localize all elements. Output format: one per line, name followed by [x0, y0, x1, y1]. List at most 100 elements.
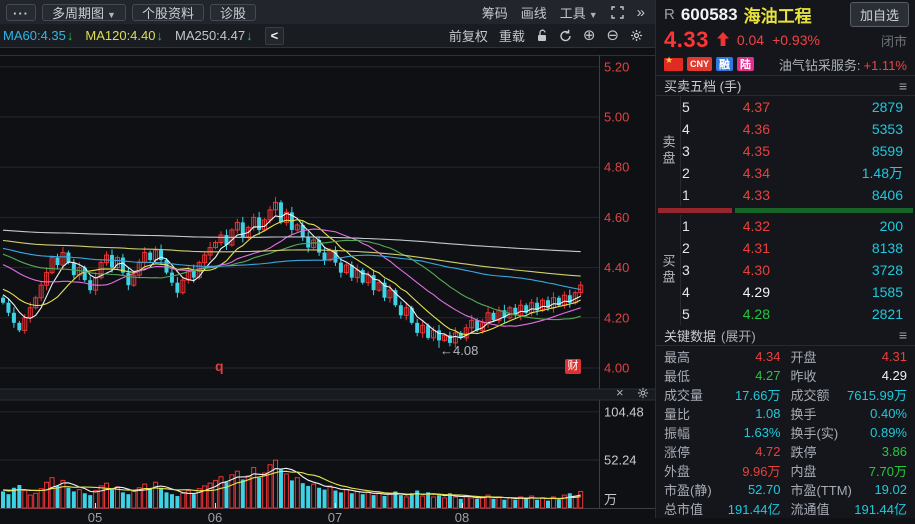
tools-button[interactable]: 工具 ▼ — [560, 3, 598, 22]
keydata-item: 振幅 1.63% — [664, 423, 781, 442]
keydata-item: 内盘 7.70万 — [791, 461, 908, 480]
keydata-menu-icon[interactable]: ≡ — [899, 327, 907, 343]
legend-item-ma60[interactable]: MA60:4.35 ↓ — [3, 28, 73, 43]
svg-text:52.24: 52.24 — [604, 452, 637, 467]
keydata-value: 17.66万 — [734, 387, 781, 403]
keydata-item: 换手 0.40% — [791, 404, 908, 423]
zoom-in-icon[interactable]: ⊕ — [583, 28, 596, 43]
keydata-label: 开盘 — [790, 349, 817, 365]
orderbook-row[interactable]: 2 4.31 8138 — [682, 237, 915, 259]
price-change: 0.04 — [736, 32, 765, 49]
volume-pane-settings-icon[interactable] — [637, 387, 649, 402]
orderbook-row[interactable]: 1 4.32 200 — [682, 215, 915, 237]
up-arrow-icon — [716, 31, 729, 49]
chart-tools: 筹码 画线 工具 ▼ » — [482, 3, 655, 22]
volume: 2879 — [871, 99, 903, 116]
keydata-value: 4.72 — [755, 443, 781, 459]
settings-gear-icon[interactable] — [630, 29, 643, 42]
chart-toolbar: ··· 多周期图 ▼ 个股资料 诊股 筹码 画线 工具 ▼ » — [0, 0, 655, 24]
stock-header: R 600583 海油工程 加自选 — [656, 0, 915, 28]
keydata-expand-label[interactable]: (展开) — [721, 326, 756, 345]
orderbook-menu-icon[interactable]: ≡ — [899, 78, 907, 94]
down-arrow-icon: ↓ — [156, 28, 163, 43]
keydata-header: 关键数据 (展开) ≡ — [656, 325, 915, 346]
orderbook-row[interactable]: 1 4.33 8406 — [682, 184, 915, 206]
keydata-item: 最高 4.34 — [664, 347, 781, 366]
draw-line-button[interactable]: 画线 — [521, 3, 547, 22]
keydata-label: 最低 — [664, 368, 691, 384]
sector-link[interactable]: 油气钻采服务: +1.11% — [779, 55, 907, 74]
orderbook-title: 买卖五档 (手) — [664, 79, 742, 95]
flag-star: ★ — [665, 54, 674, 65]
keydata-item: 外盘 9.96万 — [664, 461, 781, 480]
orderbook-row[interactable]: 5 4.37 2879 — [682, 96, 915, 118]
orderbook-row[interactable]: 4 4.36 5353 — [682, 118, 915, 140]
price: 4.33 — [742, 187, 770, 204]
keydata-label: 内盘 — [790, 463, 817, 479]
tab-diagnosis[interactable]: 诊股 — [209, 3, 256, 21]
level: 3 — [682, 262, 690, 279]
keydata-value: 4.27 — [755, 367, 781, 383]
orderbook-row[interactable]: 5 4.28 2821 — [682, 303, 915, 325]
tab-multi-period[interactable]: 多周期图 ▼ — [42, 3, 126, 21]
collapse-panel-icon[interactable]: » — [637, 4, 645, 21]
keydata-item: 涨停 4.72 — [664, 442, 781, 461]
svg-text:5.20: 5.20 — [604, 59, 629, 74]
last-price: 4.33 — [664, 27, 709, 53]
orderbook-row[interactable]: 2 4.34 1.48万 — [682, 162, 915, 184]
price-summary: 4.33 0.04 +0.93% 闭市 — [656, 27, 915, 53]
fullscreen-icon[interactable] — [610, 5, 624, 19]
market-status: 闭市 — [880, 33, 907, 49]
keydata-item: 换手(实) 0.89% — [791, 423, 908, 442]
keydata-value: 0.89% — [870, 424, 907, 440]
orderbook-row[interactable]: 3 4.30 3728 — [682, 259, 915, 281]
more-options-button[interactable]: ··· — [6, 3, 36, 21]
stock-code: 600583 — [680, 4, 738, 24]
price: 4.34 — [742, 165, 770, 182]
add-watchlist-button[interactable]: 加自选 — [849, 2, 909, 28]
margin-trading-badge[interactable]: 融 — [716, 57, 734, 72]
caret-down-icon: ▼ — [588, 9, 598, 20]
legend-scroll-left-button[interactable]: < — [264, 26, 285, 45]
sell-side-label: 卖盘 — [656, 96, 681, 207]
unlock-icon[interactable] — [536, 29, 548, 42]
price: 4.35 — [742, 143, 770, 160]
cny-badge[interactable]: CNY — [687, 57, 713, 72]
legend-item-ma250[interactable]: MA250:4.47 ↓ — [175, 28, 253, 43]
keydata-item: 跌停 3.86 — [791, 442, 908, 461]
news-badge[interactable]: 财 — [565, 359, 581, 374]
undo-icon[interactable] — [559, 29, 572, 42]
keydata-label: 量比 — [664, 406, 691, 422]
keydata-grid: 最高 4.34 开盘 4.31 最低 4.27 昨收 4.29 成交量 17.66万 成交额 7615… — [656, 346, 915, 518]
chips-button[interactable]: 筹码 — [482, 3, 508, 22]
buy-side-label: 买盘 — [656, 215, 681, 326]
sell-queue: 卖盘 5 4.37 2879 4 4.36 5353 3 4.35 8599 2 4.34 1.48万… — [656, 96, 915, 207]
tab-stock-info[interactable]: 个股资料 — [131, 3, 204, 21]
price: 4.30 — [742, 262, 770, 279]
price-chart[interactable]: 5.20 5.00 4.80 4.60 4.40 4.20 4.00 104.48 52.24 万… — [0, 48, 655, 524]
buy-ratio-segment — [658, 208, 732, 214]
keydata-item: 总市值 191.44亿 — [664, 499, 781, 518]
volume: 8406 — [871, 187, 903, 204]
keydata-label: 成交量 — [664, 387, 704, 403]
ma60-label: MA60:4.35 — [3, 28, 66, 43]
adjust-mode-button[interactable]: 前复权 — [449, 26, 488, 45]
keydata-label: 流通值 — [790, 501, 830, 517]
legend-item-ma120[interactable]: MA120:4.40 ↓ — [85, 28, 163, 43]
svg-text:5.00: 5.00 — [604, 110, 629, 125]
svg-text:4.40: 4.40 — [604, 260, 629, 275]
keydata-value: 1.08 — [755, 405, 781, 421]
stock-name: 海油工程 — [743, 7, 812, 27]
volume-pane-close-icon[interactable]: × — [616, 386, 624, 399]
keydata-value: 4.31 — [881, 348, 907, 364]
hk-connect-badge[interactable]: 陆 — [737, 57, 755, 72]
orderbook-row[interactable]: 3 4.35 8599 — [682, 140, 915, 162]
orderbook-row[interactable]: 4 4.29 1585 — [682, 281, 915, 303]
zoom-out-icon[interactable]: ⊖ — [606, 28, 619, 43]
keydata-value: 3.86 — [881, 443, 907, 459]
volume: 8138 — [871, 240, 903, 257]
buy-rows: 1 4.32 200 2 4.31 8138 3 4.30 3728 4 4.29 1585 5 4.28… — [682, 215, 915, 325]
chart-panel: ··· 多周期图 ▼ 个股资料 诊股 筹码 画线 工具 ▼ » MA60:4.35 ↓… — [0, 0, 655, 524]
buy-queue: 买盘 1 4.32 200 2 4.31 8138 3 4.30 3728 4 4.29 1585 5 4… — [656, 215, 915, 326]
reload-button[interactable]: 重载 — [499, 26, 525, 45]
